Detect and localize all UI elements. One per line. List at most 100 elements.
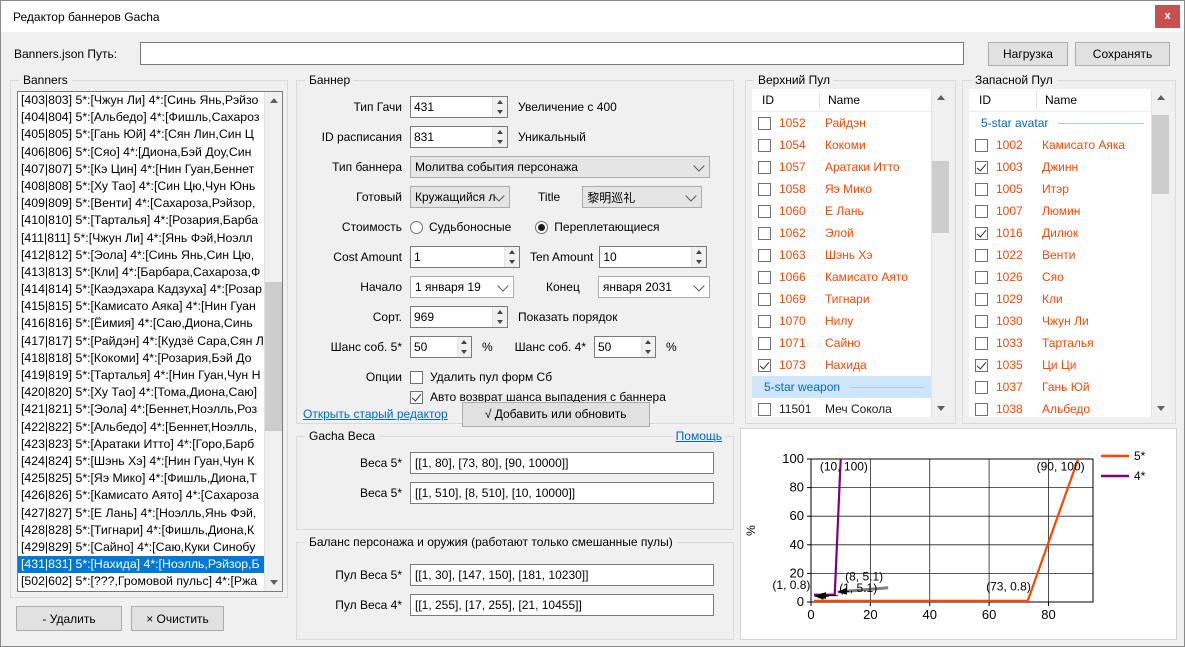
pool-row-checkbox[interactable]	[975, 315, 988, 328]
pool-row-checkbox[interactable]	[975, 271, 988, 284]
cost-amount-input[interactable]	[411, 247, 504, 267]
weights4-input[interactable]	[410, 482, 714, 504]
banners-scrollbar[interactable]	[264, 92, 282, 591]
pool-row[interactable]: 1035Ци Ци	[969, 354, 1152, 376]
pool-row-checkbox[interactable]	[975, 403, 988, 416]
pool-row[interactable]: 1073Нахида	[752, 354, 932, 376]
close-button[interactable]: x	[1155, 5, 1180, 28]
pool-row-checkbox[interactable]	[975, 205, 988, 218]
sort-input[interactable]	[411, 307, 492, 327]
banner-list-item[interactable]: [403|803] 5*:[Чжун Ли] 4*:[Синь Янь,Рэйз…	[18, 92, 265, 109]
banner-list-item[interactable]: [422|822] 5*:[Альбедо] 4*:[Беннет,Ноэлль…	[18, 419, 265, 436]
gacha-type-spinner[interactable]	[410, 96, 508, 118]
chance5-spinner[interactable]	[410, 336, 472, 358]
pool-row-checkbox[interactable]	[758, 315, 771, 328]
pool-weights4-input[interactable]	[410, 594, 714, 616]
pool-row-checkbox[interactable]	[758, 205, 771, 218]
pool-row[interactable]: 1054Кокоми	[752, 134, 932, 156]
pool-row[interactable]: 1070Нилу	[752, 310, 932, 332]
schedule-id-input[interactable]	[411, 127, 492, 147]
cost-radio-intertwined[interactable]	[535, 221, 548, 234]
scrollbar-thumb[interactable]	[932, 161, 949, 233]
banner-list-item[interactable]: [431|831] 5*:[Нахида] 4*:[Ноэлль,Рэйзор,…	[18, 556, 265, 573]
spin-up-icon[interactable]	[505, 247, 519, 257]
pool-row-checkbox[interactable]	[975, 227, 988, 240]
pool-row[interactable]: 1030Чжун Ли	[969, 310, 1152, 332]
pool-row[interactable]: 1062Элой	[752, 222, 932, 244]
spin-down-icon[interactable]	[493, 137, 507, 147]
spin-up-icon[interactable]	[493, 127, 507, 137]
scroll-up-icon[interactable]	[932, 89, 949, 106]
banner-list-item[interactable]: [408|808] 5*:[Ху Тао] 4*:[Син Цю,Чун Юнь	[18, 178, 265, 195]
banner-list-item[interactable]: [415|815] 5*:[Камисато Аяка] 4*:[Нин Гуа…	[18, 298, 265, 315]
pool-row[interactable]: 1066Камисато Аято	[752, 266, 932, 288]
pool-row-checkbox[interactable]	[758, 227, 771, 240]
spin-up-icon[interactable]	[493, 97, 507, 107]
banner-list-item[interactable]: [411|811] 5*:[Чжун Ли] 4*:[Янь Фэй,Ноэлл	[18, 230, 265, 247]
sort-spinner[interactable]	[410, 306, 508, 328]
banner-list-item[interactable]: [426|826] 5*:[Камисато Аято] 4*:[Сахароз…	[18, 487, 265, 504]
scroll-up-icon[interactable]	[1152, 89, 1169, 106]
option-remove-pool-checkbox[interactable]	[410, 371, 423, 384]
banner-list-item[interactable]: [420|820] 5*:[Ху Тао] 4*:[Тома,Диона,Саю…	[18, 384, 265, 401]
banner-list-item[interactable]: [414|814] 5*:[Каэдэхара Кадзуха] 4*:[Роз…	[18, 281, 265, 298]
reserve-pool-scrollbar[interactable]	[1151, 89, 1169, 417]
pool-row[interactable]: 1029Кли	[969, 288, 1152, 310]
title-select[interactable]: 黎明巡礼	[582, 186, 702, 208]
scrollbar-thumb[interactable]	[1152, 115, 1169, 194]
spin-up-icon[interactable]	[493, 307, 507, 317]
pool-row-checkbox[interactable]	[975, 139, 988, 152]
load-button[interactable]: Нагрузка	[988, 42, 1068, 66]
pool-row-checkbox[interactable]	[975, 249, 988, 262]
banner-type-select[interactable]: Молитва события персонажа	[410, 156, 710, 178]
spin-down-icon[interactable]	[642, 347, 655, 357]
pool-row[interactable]: 1071Сайно	[752, 332, 932, 354]
banner-list-item[interactable]: [407|807] 5*:[Кэ Цин] 4*:[Нин Гуан,Бенне…	[18, 161, 265, 178]
banner-list-item[interactable]: [425|825] 5*:[Яэ Мико] 4*:[Фишль,Диона,Т	[18, 470, 265, 487]
banner-list-item[interactable]: [409|809] 5*:[Венти] 4*:[Сахароза,Рэйзор…	[18, 195, 265, 212]
pool-row[interactable]: 1026Сяо	[969, 266, 1152, 288]
spin-down-icon[interactable]	[505, 257, 519, 267]
pool-row[interactable]: 1057Аратаки Итто	[752, 156, 932, 178]
pool-row[interactable]: 1005Итэр	[969, 178, 1152, 200]
pool-row-checkbox[interactable]	[758, 403, 771, 416]
weights5-input[interactable]	[410, 452, 714, 474]
banner-list-item[interactable]: [424|824] 5*:[Шэнь Хэ] 4*:[Нин Гуан,Чун …	[18, 453, 265, 470]
banner-list-item[interactable]: [416|816] 5*:[Ёимия] 4*:[Саю,Диона,Синь	[18, 315, 265, 332]
banner-list-item[interactable]: [502|602] 5*:[???,Громовой пульс] 4*:[Рж…	[18, 573, 265, 590]
pool-row[interactable]: 1060Е Лань	[752, 200, 932, 222]
cost-radio-fate[interactable]	[410, 221, 423, 234]
scroll-down-icon[interactable]	[265, 574, 282, 591]
pool-row-checkbox[interactable]	[975, 381, 988, 394]
prefab-select[interactable]: Кружащийся л	[410, 186, 510, 208]
banner-list-item[interactable]: [405|805] 5*:[Гань Юй] 4*:[Сян Лин,Син Ц	[18, 126, 265, 143]
pool-row[interactable]: 1063Шэнь Хэ	[752, 244, 932, 266]
banner-list-item[interactable]: [421|821] 5*:[Эола] 4*:[Беннет,Ноэлль,Ро…	[18, 401, 265, 418]
pool-row[interactable]: 1038Альбедо	[969, 398, 1152, 417]
pool-row-checkbox[interactable]	[758, 293, 771, 306]
pool-row-checkbox[interactable]	[758, 183, 771, 196]
banner-list-item[interactable]: [410|810] 5*:[Тарталья] 4*:[Розария,Барб…	[18, 212, 265, 229]
banner-list-item[interactable]: [406|806] 5*:[Сяо] 4*:[Диона,Бэй Доу,Син	[18, 144, 265, 161]
pool-row-checkbox[interactable]	[975, 359, 988, 372]
save-button[interactable]: Сохранять	[1075, 42, 1170, 66]
pool-row-checkbox[interactable]	[758, 359, 771, 372]
pool-row[interactable]: 1052Райдэн	[752, 112, 932, 134]
add-or-update-button[interactable]: √ Добавить или обновить	[462, 402, 650, 427]
help-link[interactable]: Помощь	[673, 429, 725, 443]
delete-banner-button[interactable]: - Удалить	[16, 606, 122, 631]
pool-row-checkbox[interactable]	[758, 337, 771, 350]
banner-list-item[interactable]: [423|823] 5*:[Аратаки Итто] 4*:[Горо,Бар…	[18, 436, 265, 453]
ten-amount-spinner[interactable]	[599, 246, 707, 268]
upper-pool-scrollbar[interactable]	[931, 89, 949, 417]
spin-down-icon[interactable]	[458, 347, 471, 357]
begin-date-picker[interactable]: 1 января 19	[410, 276, 514, 298]
pool-row[interactable]: 1033Тарталья	[969, 332, 1152, 354]
banner-list-item[interactable]: [429|829] 5*:[Сайно] 4*:[Саю,Куки Синобу	[18, 539, 265, 556]
banner-list-item[interactable]: [418|818] 5*:[Кокоми] 4*:[Розария,Бэй До	[18, 350, 265, 367]
pool-row-checkbox[interactable]	[758, 139, 771, 152]
pool-row[interactable]: 1016Дилюк	[969, 222, 1152, 244]
banner-list-item[interactable]: [428|828] 5*:[Тигнари] 4*:[Фишль,Диона,К	[18, 522, 265, 539]
banner-list-item[interactable]: [417|817] 5*:[Райдэн] 4*:[Кудзё Сара,Сян…	[18, 333, 265, 350]
cost-amount-spinner[interactable]	[410, 246, 520, 268]
